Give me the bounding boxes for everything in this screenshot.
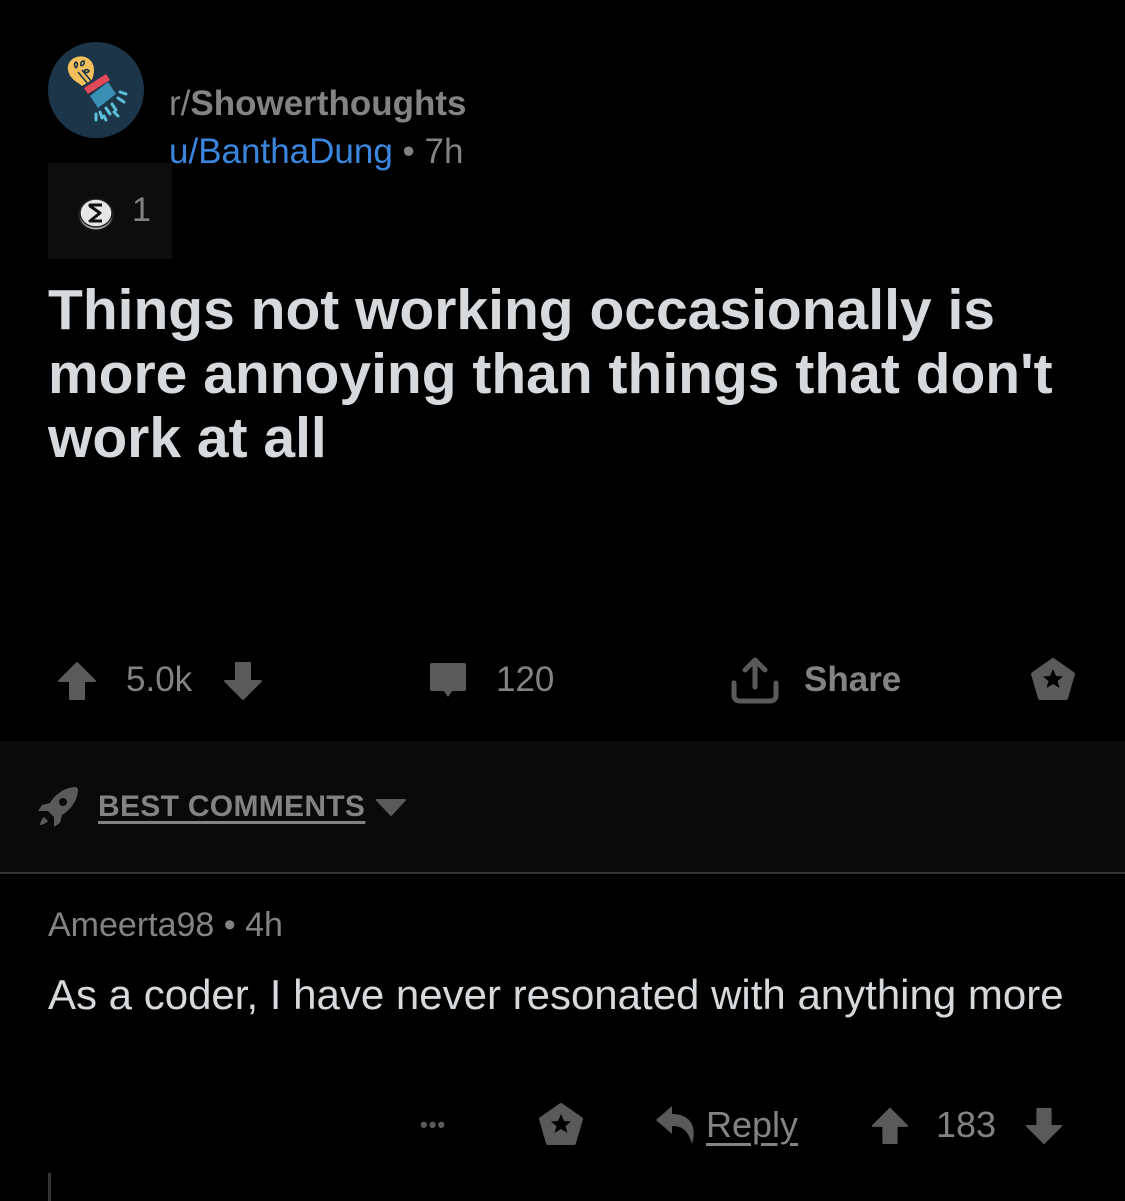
meta-separator: • <box>214 906 246 944</box>
comment-author[interactable]: Ameerta98 <box>48 906 214 944</box>
share-icon <box>731 657 779 704</box>
share-label: Share <box>804 660 902 699</box>
reply-button[interactable]: Reply <box>654 1095 798 1155</box>
downvote-icon[interactable] <box>1024 1104 1064 1146</box>
comment-action-bar: ••• Reply 183 <box>0 1095 1125 1155</box>
post-score: 5.0k <box>126 660 193 699</box>
comment-award-button[interactable] <box>538 1095 584 1155</box>
comment-sort-bar: BEST COMMENTS <box>0 741 1125 874</box>
upvote-icon[interactable] <box>870 1104 910 1146</box>
comment-thread-line[interactable] <box>48 1173 51 1201</box>
post-author[interactable]: u/BanthaDung <box>169 132 393 171</box>
sort-label: BEST COMMENTS <box>98 790 366 823</box>
post-action-bar: 5.0k 120 Share <box>0 650 1125 710</box>
post-title: Things not working occasionally is more … <box>48 278 1053 470</box>
subreddit-prefix: r/ <box>169 84 191 123</box>
downvote-icon[interactable] <box>222 659 264 701</box>
more-options-icon: ••• <box>420 1112 447 1137</box>
award-count: 1 <box>132 191 151 229</box>
award-star-icon <box>539 1103 583 1145</box>
reply-icon <box>656 1106 694 1144</box>
share-button[interactable]: Share <box>730 650 901 710</box>
meta-separator: • <box>392 132 425 171</box>
give-award-button[interactable] <box>1030 650 1076 710</box>
silver-award-icon <box>78 198 114 231</box>
subreddit-name[interactable]: r/Showerthoughts <box>169 84 466 124</box>
sort-dropdown[interactable]: BEST COMMENTS <box>36 785 407 829</box>
comment-age: 4h <box>245 906 283 944</box>
comment-vote: 183 <box>870 1095 1064 1155</box>
subreddit-avatar[interactable] <box>48 42 144 138</box>
comment-icon <box>430 663 466 697</box>
upvote-icon[interactable] <box>56 659 98 701</box>
post-vote: 5.0k <box>56 650 264 710</box>
subreddit-title: Showerthoughts <box>190 84 467 123</box>
post-meta: u/BanthaDung • 7h <box>169 132 463 172</box>
comment-score: 183 <box>936 1104 997 1145</box>
comment-meta: Ameerta98 • 4h <box>48 906 283 945</box>
comment-body: As a coder, I have never resonated with … <box>48 971 1064 1018</box>
comments-button[interactable]: 120 <box>428 650 554 710</box>
caret-down-icon <box>376 799 407 816</box>
more-options-button[interactable]: ••• <box>420 1095 446 1155</box>
rocket-icon <box>38 787 78 827</box>
post-age: 7h <box>424 132 464 171</box>
lightbulb-shower-icon <box>48 42 144 138</box>
reply-label: Reply <box>706 1104 799 1145</box>
comment-count: 120 <box>496 660 555 699</box>
award-badge[interactable]: 1 <box>48 163 172 259</box>
award-star-icon <box>1031 658 1075 700</box>
